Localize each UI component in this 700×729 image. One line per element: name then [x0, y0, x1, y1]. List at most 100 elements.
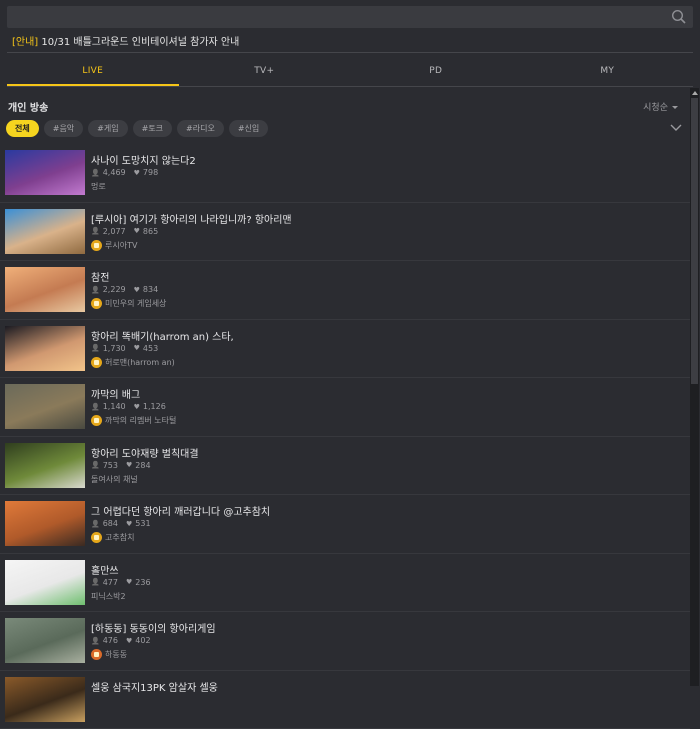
stream-row[interactable]: 셀웅 삼국지13PK 암살자 셀웅	[0, 671, 690, 729]
viewer-icon: 👤	[91, 169, 100, 177]
like-icon: ♥	[134, 227, 140, 235]
stream-thumbnail[interactable]	[5, 384, 85, 429]
viewer-icon: 👤	[91, 403, 100, 411]
stream-title[interactable]: 참전	[91, 269, 109, 284]
owner-name: 고추참치	[105, 532, 134, 543]
tab-my[interactable]: MY	[522, 59, 694, 86]
stream-title[interactable]: [루시아] 여기가 항아리의 나라입니까? 항아리맨	[91, 211, 292, 226]
viewer-icon: 👤	[91, 637, 100, 645]
stream-stats: 👤1,140♥1,126	[91, 402, 166, 411]
stream-row[interactable]: [루시아] 여기가 항아리의 나라입니까? 항아리맨👤2,077♥865 루시아T…	[0, 203, 690, 262]
chip-all[interactable]: 전체	[6, 120, 39, 137]
tab-tvplus[interactable]: TV+	[179, 59, 351, 86]
chip-radio[interactable]: #라디오	[177, 120, 224, 137]
scroll-up-button[interactable]	[690, 88, 699, 98]
like-icon: ♥	[126, 520, 132, 528]
chip-talk[interactable]: #토크	[133, 120, 172, 137]
stream-title[interactable]: 까막의 배그	[91, 386, 140, 401]
stream-title[interactable]: 사나이 도망치지 않는다2	[91, 152, 196, 167]
stream-stats: 👤2,077♥865	[91, 227, 158, 236]
like-count: 531	[135, 519, 150, 528]
broadcaster-badge-icon	[91, 649, 102, 660]
section-title: 개인 방송	[8, 99, 48, 114]
viewer-icon: 👤	[91, 461, 100, 469]
stream-row[interactable]: [하동동] 동동이의 항아리게임👤476♥402하동동	[0, 612, 690, 671]
stream-row[interactable]: 항아리 똑배기(harrom an) 스타,👤1,730♥453허로맨(harr…	[0, 320, 690, 379]
viewer-icon: 👤	[91, 286, 100, 294]
viewer-icon: 👤	[91, 578, 100, 586]
owner-name: 하동동	[105, 649, 127, 660]
stream-row[interactable]: 그 어렵다던 항아리 깨러갑니다 @고추참치 👤684 ♥531고추참치	[0, 495, 690, 554]
sort-dropdown[interactable]: 시청순	[643, 100, 678, 113]
stream-row[interactable]: 사나이 도망치지 않는다2 👤4,469 ♥798 멍로	[0, 144, 690, 203]
stream-owner[interactable]: 피닉스박2	[91, 591, 126, 602]
like-count: 798	[143, 168, 158, 177]
like-icon: ♥	[134, 344, 140, 352]
stream-stats: 👤2,229♥834	[91, 285, 158, 294]
like-icon: ♥	[134, 286, 140, 294]
stream-stats: 👤753♥284	[91, 461, 151, 470]
stream-row[interactable]: 까막의 배그👤1,140♥1,126 까막의 리멤버 노타털	[0, 378, 690, 437]
owner-name: 멍로	[91, 181, 106, 192]
stream-thumbnail[interactable]	[5, 150, 85, 195]
stream-owner[interactable]: 돌여사의 채널	[91, 474, 138, 485]
notice-banner[interactable]: [안내] 10/31 배틀그라운드 인비테이셔널 참가자 안내	[12, 33, 239, 48]
search-bar[interactable]	[7, 6, 693, 28]
like-count: 834	[143, 285, 158, 294]
divider	[7, 86, 693, 87]
stream-thumbnail[interactable]	[5, 618, 85, 663]
stream-thumbnail[interactable]	[5, 560, 85, 605]
viewer-count: 684	[103, 519, 118, 528]
chip-new[interactable]: #신입	[229, 120, 268, 137]
like-count: 236	[135, 578, 150, 587]
notice-text: 10/31 배틀그라운드 인비테이셔널 참가자 안내	[38, 37, 239, 48]
stream-thumbnail[interactable]	[5, 209, 85, 254]
viewer-icon: 👤	[91, 520, 100, 528]
stream-row[interactable]: 참전👤2,229♥834 미민우의 게임세상	[0, 261, 690, 320]
broadcaster-badge-icon	[91, 532, 102, 543]
owner-name: 미민우의 게임세상	[105, 298, 166, 309]
stream-title[interactable]: 셀웅 삼국지13PK 암살자 셀웅	[91, 679, 218, 694]
stream-title[interactable]: 항아리 도야재량 벌칙대결	[91, 445, 199, 460]
like-count: 284	[135, 461, 150, 470]
scrollbar-thumb[interactable]	[691, 98, 698, 384]
viewer-icon: 👤	[91, 344, 100, 352]
stream-owner[interactable]: 까막의 리멤버 노타털	[91, 415, 176, 426]
like-icon: ♥	[126, 637, 132, 645]
stream-thumbnail[interactable]	[5, 677, 85, 722]
viewer-count: 4,469	[103, 168, 126, 177]
chip-music[interactable]: #음악	[44, 120, 83, 137]
stream-owner[interactable]: 고추참치	[91, 532, 134, 543]
search-icon[interactable]	[671, 9, 687, 25]
chip-game[interactable]: #게임	[88, 120, 127, 137]
stream-owner[interactable]: 루시아TV	[91, 240, 137, 251]
stream-owner[interactable]: 멍로	[91, 181, 106, 192]
stream-title[interactable]: [하동동] 동동이의 항아리게임	[91, 620, 216, 635]
scrollbar[interactable]	[690, 98, 699, 686]
like-count: 865	[143, 227, 158, 236]
stream-thumbnail[interactable]	[5, 326, 85, 371]
viewer-count: 1,140	[103, 402, 126, 411]
stream-owner[interactable]: 하동동	[91, 649, 127, 660]
stream-stats: 👤684 ♥531	[91, 519, 151, 528]
stream-title[interactable]: 홀만쓰	[91, 562, 119, 577]
stream-owner[interactable]: 허로맨(harrom an)	[91, 357, 175, 368]
stream-title[interactable]: 그 어렵다던 항아리 깨러갑니다 @고추참치	[91, 503, 270, 518]
stream-list: 사나이 도망치지 않는다2👤4,469♥798멍로[루시아] 여기가 항아리의 …	[0, 144, 690, 729]
stream-thumbnail[interactable]	[5, 443, 85, 488]
stream-row[interactable]: 홀만쓰👤477♥236피닉스박2	[0, 554, 690, 613]
stream-owner[interactable]: 미민우의 게임세상	[91, 298, 166, 309]
stream-row[interactable]: 항아리 도야재량 벌칙대결👤753♥284 돌여사의 채널	[0, 437, 690, 496]
tab-live[interactable]: LIVE	[7, 59, 179, 86]
stream-thumbnail[interactable]	[5, 501, 85, 546]
like-count: 453	[143, 344, 158, 353]
like-icon: ♥	[126, 461, 132, 469]
broadcaster-badge-icon	[91, 240, 102, 251]
chevron-down-icon[interactable]	[670, 123, 682, 133]
category-chips: 전체 #음악 #게임 #토크 #라디오 #신입	[6, 120, 268, 137]
tab-pd[interactable]: PD	[350, 59, 522, 86]
like-icon: ♥	[126, 578, 132, 586]
stream-title[interactable]: 항아리 똑배기(harrom an) 스타,	[91, 328, 234, 343]
stream-thumbnail[interactable]	[5, 267, 85, 312]
like-icon: ♥	[134, 169, 140, 177]
